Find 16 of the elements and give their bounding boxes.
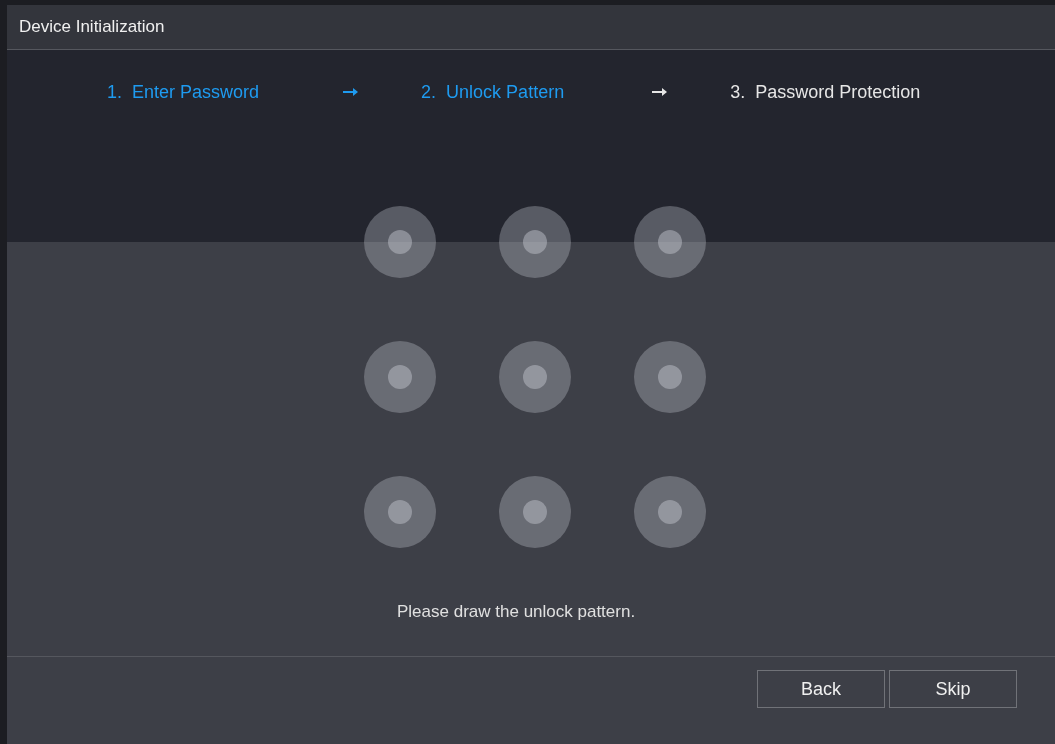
skip-button[interactable]: Skip [889,670,1017,708]
pattern-dot[interactable] [499,206,571,278]
pattern-dot[interactable] [364,341,436,413]
pattern-dot[interactable] [499,341,571,413]
pattern-dot[interactable] [499,476,571,548]
back-button[interactable]: Back [757,670,885,708]
window-title: Device Initialization [19,17,165,37]
pattern-dot[interactable] [634,206,706,278]
step-label: 1. Enter Password [107,81,260,103]
step-label: 3. Password Protection [730,81,921,103]
pattern-dot[interactable] [364,476,436,548]
step-label: 2. Unlock Pattern [421,81,565,103]
instruction-text: Please draw the unlock pattern. [397,602,637,622]
pattern-dot[interactable] [364,206,436,278]
pattern-dot[interactable] [634,476,706,548]
pattern-dot[interactable] [634,341,706,413]
